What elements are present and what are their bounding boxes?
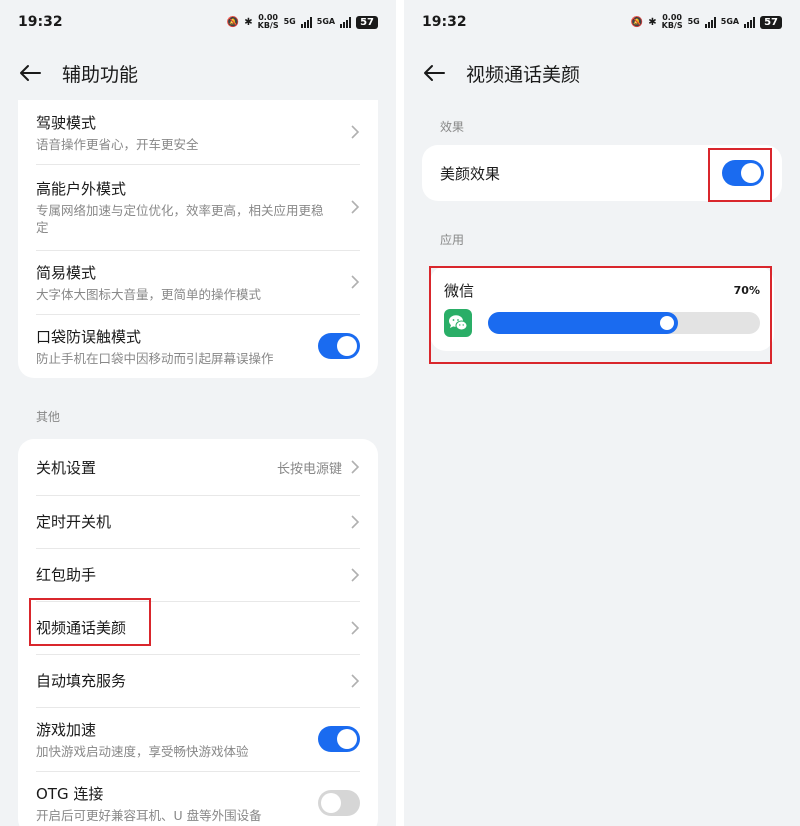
setting-simple-mode[interactable]: 简易模式大字体大图标大音量，更简单的操作模式	[18, 250, 378, 314]
setting-scheduled-power[interactable]: 定时开关机	[18, 495, 378, 548]
chevron-right-icon	[351, 673, 360, 688]
app-row-wechat: 微信 70%	[430, 266, 774, 351]
section-label-other: 其他	[36, 410, 61, 424]
page-header: 辅助功能	[0, 44, 396, 102]
left-screen: 19:32 🔕 ✱ 0.00 KB/S 5G 5GA 57 辅助功能 驾驶模式语音…	[0, 0, 396, 826]
setting-label: 关机设置	[36, 458, 97, 477]
bluetooth-icon: ✱	[244, 16, 253, 28]
app-name: 微信	[444, 282, 475, 300]
mute-icon: 🔕	[630, 16, 644, 28]
signal-icon-2	[744, 16, 756, 28]
status-icons: 🔕 ✱ 0.00 KB/S 5G 5GA 57	[227, 14, 378, 30]
setting-red-packet[interactable]: 红包助手	[18, 548, 378, 601]
status-bar: 19:32 🔕 ✱ 0.00 KB/S 5G 5GA 57	[0, 0, 396, 44]
setting-otg: OTG 连接开启后可更好兼容耳机、U 盘等外围设备	[18, 771, 378, 826]
chevron-right-icon	[351, 200, 360, 214]
net-speed: 0.00 KB/S	[661, 13, 683, 30]
back-arrow-icon[interactable]	[422, 59, 450, 87]
setting-outdoor-mode[interactable]: 高能户外模式专属网络加速与定位优化，效率更高，相关应用更稳定	[18, 164, 378, 250]
battery-icon: 57	[356, 15, 378, 29]
setting-driving-mode[interactable]: 驾驶模式语音操作更省心，开车更安全	[18, 100, 378, 164]
net-type: 5G	[283, 17, 296, 26]
status-time: 19:32	[422, 14, 467, 30]
sig-label: 5GA	[720, 17, 740, 26]
page-title: 视频通话美颜	[466, 63, 581, 86]
app-card: 微信 70%	[430, 266, 774, 351]
wechat-icon	[444, 309, 472, 337]
page-title: 辅助功能	[62, 63, 139, 86]
chevron-right-icon	[351, 567, 360, 582]
setting-label: 驾驶模式	[36, 113, 97, 132]
setting-label: 红包助手	[36, 566, 97, 584]
section-label-apps: 应用	[440, 233, 465, 247]
chevron-right-icon	[351, 125, 360, 139]
setting-label: 高能户外模式	[36, 180, 127, 198]
bluetooth-icon: ✱	[648, 16, 657, 28]
setting-label: 游戏加速	[36, 720, 97, 739]
settings-group-2: 关机设置 长按电源键 定时开关机 红包助手 视频通话美颜 自动填充服务 游戏加速…	[18, 439, 378, 826]
setting-label: 简易模式	[36, 263, 97, 282]
mute-icon: 🔕	[226, 16, 240, 28]
setting-video-beauty[interactable]: 视频通话美颜	[18, 601, 378, 654]
signal-icon	[704, 16, 716, 28]
net-type: 5G	[687, 17, 700, 26]
signal-icon-2	[340, 16, 352, 28]
setting-value: 长按电源键	[276, 461, 342, 477]
right-screen: 19:32 🔕 ✱ 0.00 KB/S 5G 5GA 57 视频通话美颜 效果 美…	[404, 0, 800, 826]
setting-label: 自动填充服务	[36, 672, 127, 690]
setting-shutdown[interactable]: 关机设置 长按电源键	[18, 439, 378, 495]
status-bar: 19:32 🔕 ✱ 0.00 KB/S 5G 5GA 57	[404, 0, 800, 44]
back-arrow-icon[interactable]	[18, 59, 46, 87]
setting-game-boost: 游戏加速加快游戏启动速度，享受畅快游戏体验	[18, 707, 378, 771]
effect-card: 美颜效果	[422, 145, 782, 201]
app-percent: 70%	[733, 284, 760, 297]
beauty-level-slider[interactable]	[488, 312, 760, 334]
setting-label: 视频通话美颜	[36, 619, 127, 637]
setting-desc: 加快游戏启动速度，享受畅快游戏体验	[36, 743, 249, 759]
setting-pocket-mode: 口袋防误触模式防止手机在口袋中因移动而引起屏幕误操作	[18, 314, 378, 378]
setting-label: 口袋防误触模式	[36, 327, 142, 346]
setting-autofill[interactable]: 自动填充服务	[18, 654, 378, 707]
pocket-mode-toggle[interactable]	[318, 333, 360, 359]
setting-desc: 语音操作更省心，开车更安全	[36, 136, 199, 152]
setting-desc: 专属网络加速与定位优化，效率更高，相关应用更稳定	[36, 203, 324, 235]
chevron-right-icon	[351, 275, 360, 289]
battery-icon: 57	[760, 15, 782, 29]
chevron-right-icon	[351, 460, 360, 474]
net-speed: 0.00 KB/S	[257, 13, 279, 30]
chevron-right-icon	[351, 620, 360, 635]
setting-desc: 防止手机在口袋中因移动而引起屏幕误操作	[36, 350, 274, 366]
signal-icon	[300, 16, 312, 28]
settings-group-1: 驾驶模式语音操作更省心，开车更安全 高能户外模式专属网络加速与定位优化，效率更高…	[18, 100, 378, 378]
chevron-right-icon	[351, 514, 360, 529]
setting-desc: 大字体大图标大音量，更简单的操作模式	[36, 286, 262, 302]
slider-fill	[488, 312, 679, 334]
setting-beauty-effect: 美颜效果	[422, 145, 782, 201]
setting-desc: 开启后可更好兼容耳机、U 盘等外围设备	[36, 807, 262, 823]
section-label-effect: 效果	[440, 120, 465, 134]
status-time: 19:32	[18, 14, 63, 30]
beauty-effect-toggle[interactable]	[722, 160, 764, 186]
setting-label: 美颜效果	[440, 164, 501, 183]
status-icons: 🔕 ✱ 0.00 KB/S 5G 5GA 57	[631, 14, 782, 30]
game-boost-toggle[interactable]	[318, 726, 360, 752]
page-header: 视频通话美颜	[404, 44, 800, 102]
setting-label: OTG 连接	[36, 784, 104, 803]
setting-label: 定时开关机	[36, 513, 112, 531]
sig-label: 5GA	[316, 17, 336, 26]
otg-toggle[interactable]	[318, 790, 360, 816]
